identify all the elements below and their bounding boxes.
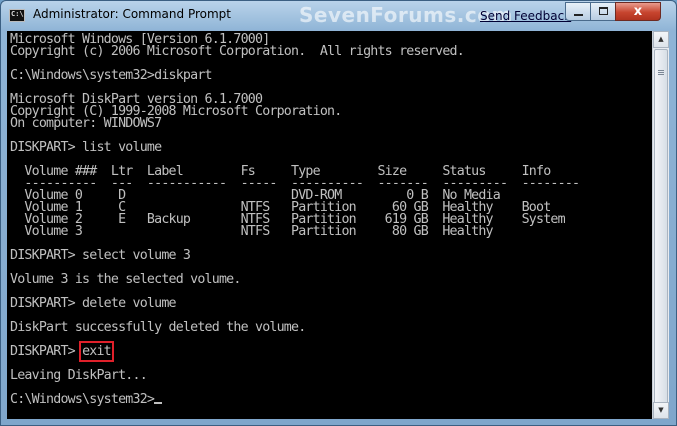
console-line: DISKPART> delete volume	[10, 296, 177, 311]
thumb-grip	[658, 72, 664, 73]
console-line: Volume 3 is the selected volume.	[10, 272, 241, 287]
console-line: DISKPART> list volume	[10, 140, 162, 155]
close-icon: x	[633, 4, 643, 19]
console-line: DiskPart successfully deleted the volume…	[10, 320, 306, 335]
maximize-icon	[599, 7, 608, 15]
maximize-button[interactable]	[590, 2, 616, 21]
scroll-thumb[interactable]	[654, 49, 668, 409]
console-line-exit: DISKPART> exit	[10, 341, 114, 362]
close-button[interactable]: x	[615, 2, 661, 21]
console-line: DISKPART> select volume 3	[10, 248, 191, 263]
vertical-scrollbar[interactable]: ▲ ▼	[652, 31, 669, 419]
console-line: On computer: WINDOWS7	[10, 116, 162, 131]
console-line: Leaving DiskPart...	[10, 368, 148, 383]
exit-command-highlight: exit	[79, 341, 114, 362]
console-line: Copyright (c) 2006 Microsoft Corporation…	[10, 44, 465, 59]
command-prompt-icon[interactable]: C:\	[9, 9, 25, 22]
exit-prompt: DISKPART>	[10, 344, 83, 359]
app-icon-text: C:\	[11, 10, 24, 18]
scroll-down-button[interactable]: ▼	[653, 402, 669, 419]
thumb-grip	[658, 70, 664, 71]
window-title: Administrator: Command Prompt	[33, 7, 231, 21]
text-cursor	[154, 402, 163, 404]
send-feedback-link[interactable]: Send Feedback	[480, 9, 571, 23]
title-bar[interactable]: C:\ Administrator: Command Prompt SevenF…	[1, 1, 676, 31]
thumb-grip	[658, 74, 664, 75]
console-output[interactable]: Microsoft Windows [Version 6.1.7000] Copy…	[7, 31, 652, 419]
command-prompt-window: C:\ Administrator: Command Prompt SevenF…	[0, 0, 677, 426]
console-line: C:\Windows\system32>diskpart	[10, 68, 213, 83]
scroll-up-button[interactable]: ▲	[653, 31, 669, 48]
minimize-icon	[574, 14, 583, 16]
final-prompt: C:\Windows\system32>	[10, 392, 155, 407]
console-line: Volume 3 NTFS Partition 80 GB Healthy	[10, 224, 493, 239]
console-line-final-prompt: C:\Windows\system32>	[10, 392, 163, 407]
minimize-button[interactable]	[565, 2, 591, 21]
